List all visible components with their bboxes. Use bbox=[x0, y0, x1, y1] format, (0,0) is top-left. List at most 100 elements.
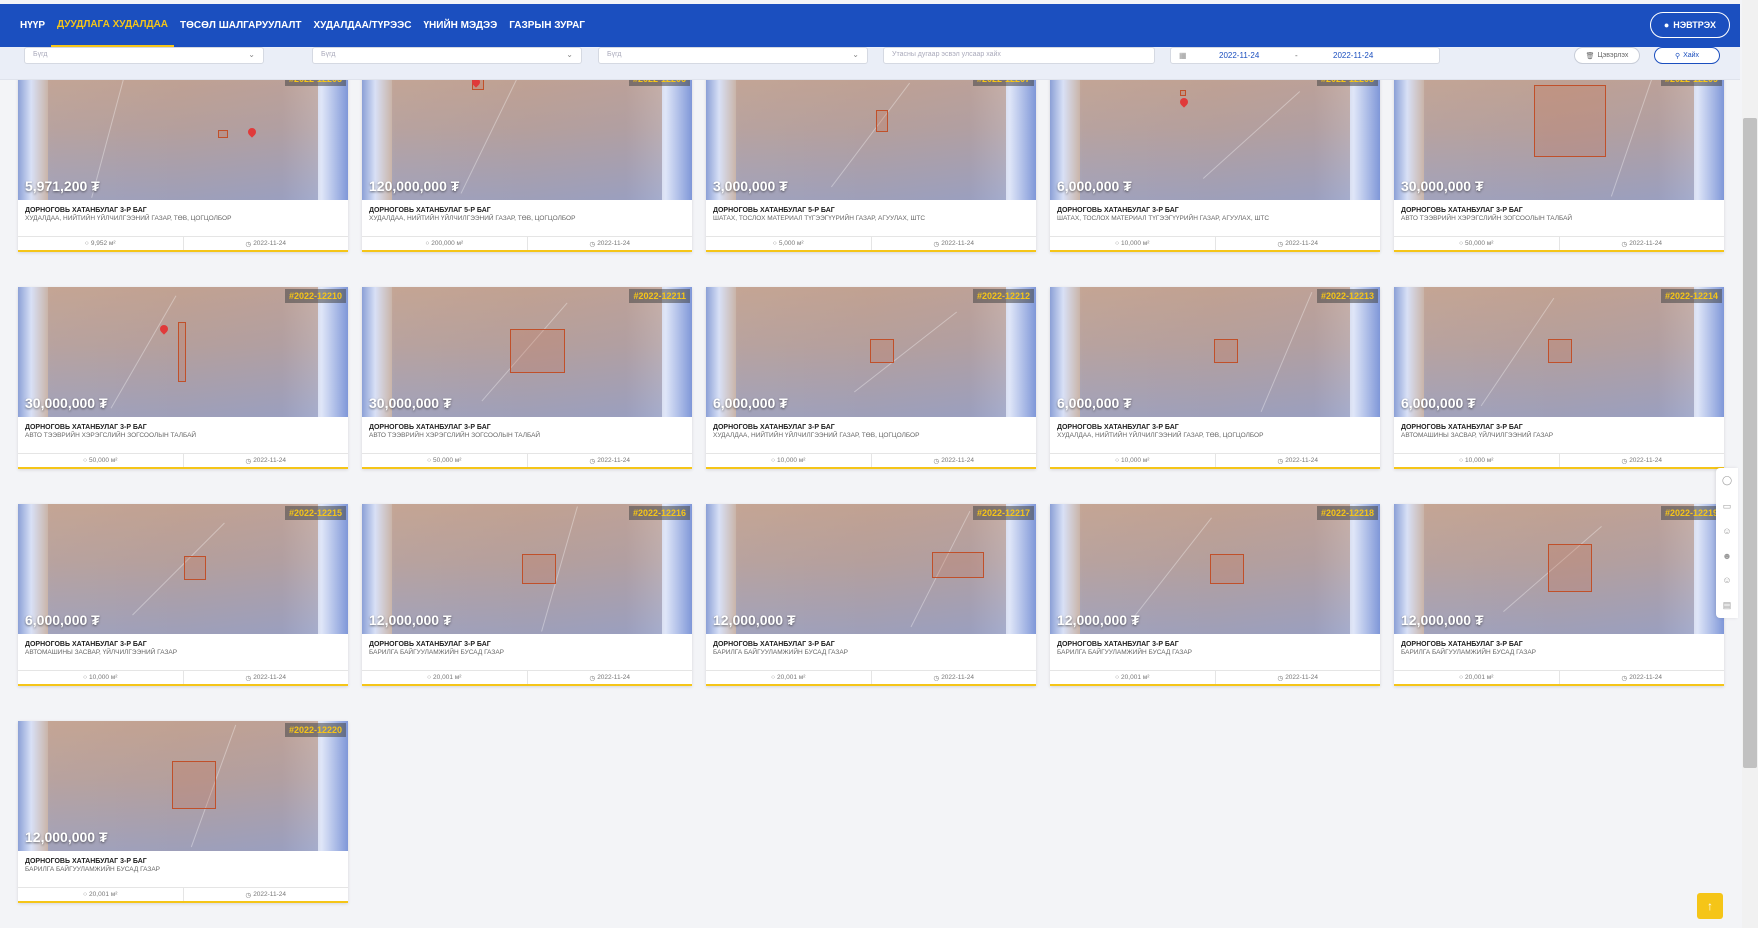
scrollbar-thumb[interactable] bbox=[1743, 118, 1757, 768]
listing-area-value: 10,000 м² bbox=[1121, 240, 1150, 247]
listing-image[interactable]: #2022-12220 12,000,000 ₮ bbox=[18, 721, 348, 851]
listing-card[interactable]: #2022-12207 3,000,000 ₮ ДОРНОГОВЬ ХАТАНБУЛ… bbox=[706, 80, 1036, 252]
filter-select-1[interactable]: Бүгд ⌄ bbox=[24, 47, 264, 64]
filter-select-3[interactable]: Бүгд ⌄ bbox=[598, 47, 868, 64]
listing-image[interactable]: #2022-12209 30,000,000 ₮ bbox=[1394, 80, 1724, 200]
listing-image[interactable]: #2022-12214 6,000,000 ₮ bbox=[1394, 287, 1724, 417]
listing-image[interactable]: #2022-12216 12,000,000 ₮ bbox=[362, 504, 692, 634]
listing-price: 12,000,000 ₮ bbox=[1057, 612, 1140, 628]
listing-image[interactable]: #2022-12217 12,000,000 ₮ bbox=[706, 504, 1036, 634]
listing-card[interactable]: #2022-12216 12,000,000 ₮ ДОРНОГОВЬ ХАТАНБУ… bbox=[362, 504, 692, 686]
listing-area: ○ 200,000 м² bbox=[362, 237, 528, 250]
listing-image[interactable]: #2022-12218 12,000,000 ₮ bbox=[1050, 504, 1380, 634]
listing-footer: ○ 20,001 м² ◷ 2022-11-24 bbox=[1050, 670, 1380, 684]
listing-card[interactable]: #2022-12214 6,000,000 ₮ ДОРНОГОВЬ ХАТАНБУЛ… bbox=[1394, 287, 1724, 469]
filter-bar: Бүгд ⌄ Бүгд ⌄ Бүгд ⌄ Утасны дугаар эсвэл ул… bbox=[0, 47, 1740, 80]
location-pin-icon: ○ bbox=[425, 240, 430, 247]
nav-item-3[interactable]: ХУДАЛДАА/ТҮРЭЭС bbox=[307, 4, 417, 47]
listing-footer: ○ 10,000 м² ◷ 2022-11-24 bbox=[1050, 453, 1380, 467]
login-button[interactable]: ● НЭВТРЭХ bbox=[1649, 12, 1730, 38]
person-icon[interactable]: ☻ bbox=[1722, 551, 1731, 561]
listing-card[interactable]: #2022-12215 6,000,000 ₮ ДОРНОГОВЬ ХАТАНБУЛ… bbox=[18, 504, 348, 686]
search-button[interactable]: ⚲ Хайх bbox=[1654, 47, 1720, 64]
listing-area: ○ 20,001 м² bbox=[1050, 671, 1216, 684]
listing-land-use: ХУДАЛДАА, НИЙТИЙН ҮЙЛЧИЛГЭЭНИЙ ГАЗАР, ТӨ… bbox=[369, 215, 576, 222]
listing-land-use: АВТОМАШИНЫ ЗАСВАР, ҮЙЛЧИЛГЭЭНИЙ ГАЗАР bbox=[1401, 432, 1554, 439]
trash-icon: 🗑 bbox=[1585, 52, 1595, 60]
listing-date: ◷ 2022-11-24 bbox=[1560, 671, 1725, 684]
nav-item-2[interactable]: ТӨСӨЛ ШАЛГАРУУЛАЛТ bbox=[174, 4, 307, 47]
date-from[interactable]: 2022-11-24 bbox=[1219, 51, 1259, 60]
scroll-to-top-button[interactable]: ↑ bbox=[1697, 893, 1723, 919]
listing-area: ○ 20,001 м² bbox=[362, 671, 528, 684]
user-group-icon[interactable]: ☺ bbox=[1722, 526, 1731, 536]
clock-icon: ◷ bbox=[1277, 240, 1284, 248]
listing-land-use: ХУДАЛДАА, НИЙТИЙН ҮЙЛЧИЛГЭЭНИЙ ГАЗАР, ТӨ… bbox=[1057, 432, 1264, 439]
filter-select-2[interactable]: Бүгд ⌄ bbox=[312, 47, 582, 64]
listing-card[interactable]: #2022-12209 30,000,000 ₮ ДОРНОГОВЬ ХАТАНБУ… bbox=[1394, 80, 1724, 252]
listing-price: 5,971,200 ₮ bbox=[25, 178, 100, 194]
location-pin-icon: ○ bbox=[427, 674, 432, 681]
listing-card[interactable]: #2022-12213 6,000,000 ₮ ДОРНОГОВЬ ХАТАНБУЛ… bbox=[1050, 287, 1380, 469]
location-pin-icon: ○ bbox=[1115, 674, 1120, 681]
nav-item-0[interactable]: НҮҮР bbox=[14, 4, 51, 47]
listing-date-value: 2022-11-24 bbox=[1285, 240, 1318, 247]
listing-image[interactable]: #2022-12206 120,000,000 ₮ bbox=[362, 80, 692, 200]
listing-land-use: БАРИЛГА БАЙГУУЛАМЖИЙН БУСАД ГАЗАР bbox=[25, 866, 161, 873]
nav-item-1[interactable]: ДУУДЛАГА ХУДАЛДАА bbox=[51, 4, 175, 47]
listing-footer: ○ 9,952 м² ◷ 2022-11-24 bbox=[18, 236, 348, 250]
listing-location: ДОРНОГОВЬ ХАТАНБУЛАГ 3-Р БАГ bbox=[25, 641, 147, 648]
listing-image[interactable]: #2022-12212 6,000,000 ₮ bbox=[706, 287, 1036, 417]
listing-id-badge: #2022-12208 bbox=[1316, 80, 1378, 86]
listing-area: ○ 50,000 м² bbox=[362, 454, 528, 467]
listing-grid: #2022-12205 5,971,200 ₮ ДОРНОГОВЬ ХАТАНБУЛ… bbox=[0, 80, 1740, 928]
listing-image[interactable]: #2022-12213 6,000,000 ₮ bbox=[1050, 287, 1380, 417]
listing-id-badge: #2022-12219 bbox=[1660, 506, 1722, 520]
listing-image[interactable]: #2022-12219 12,000,000 ₮ bbox=[1394, 504, 1724, 634]
listing-price: 6,000,000 ₮ bbox=[713, 395, 788, 411]
nav-item-5[interactable]: ГАЗРЫН ЗУРАГ bbox=[503, 4, 591, 47]
globe-icon[interactable]: ◯ bbox=[1722, 475, 1732, 486]
listing-date: ◷ 2022-11-24 bbox=[184, 454, 349, 467]
listing-card[interactable]: #2022-12219 12,000,000 ₮ ДОРНОГОВЬ ХАТАНБУ… bbox=[1394, 504, 1724, 686]
location-pin-icon: ○ bbox=[772, 240, 777, 247]
listing-card[interactable]: #2022-12210 30,000,000 ₮ ДОРНОГОВЬ ХАТАНБУ… bbox=[18, 287, 348, 469]
document-icon[interactable]: ▭ bbox=[1723, 501, 1732, 512]
listing-card[interactable]: #2022-12217 12,000,000 ₮ ДОРНОГОВЬ ХАТАНБУ… bbox=[706, 504, 1036, 686]
listing-image[interactable]: #2022-12211 30,000,000 ₮ bbox=[362, 287, 692, 417]
listing-card[interactable]: #2022-12211 30,000,000 ₮ ДОРНОГОВЬ ХАТАНБУ… bbox=[362, 287, 692, 469]
listing-date: ◷ 2022-11-24 bbox=[528, 671, 693, 684]
listing-image[interactable]: #2022-12208 6,000,000 ₮ bbox=[1050, 80, 1380, 200]
search-input[interactable]: Утасны дугаар эсвэл улсаар хайх bbox=[883, 47, 1155, 64]
listing-image[interactable]: #2022-12215 6,000,000 ₮ bbox=[18, 504, 348, 634]
location-pin-icon: ○ bbox=[771, 674, 776, 681]
listing-date: ◷ 2022-11-24 bbox=[1560, 237, 1725, 250]
listing-card[interactable]: #2022-12208 6,000,000 ₮ ДОРНОГОВЬ ХАТАНБУЛ… bbox=[1050, 80, 1380, 252]
listing-image[interactable]: #2022-12205 5,971,200 ₮ bbox=[18, 80, 348, 200]
date-range-picker[interactable]: ▦ 2022-11-24 - 2022-11-24 bbox=[1170, 47, 1440, 64]
listing-area: ○ 9,952 м² bbox=[18, 237, 184, 250]
listing-footer: ○ 5,000 м² ◷ 2022-11-24 bbox=[706, 236, 1036, 250]
listing-card[interactable]: #2022-12205 5,971,200 ₮ ДОРНОГОВЬ ХАТАНБУЛ… bbox=[18, 80, 348, 252]
listing-area: ○ 20,001 м² bbox=[1394, 671, 1560, 684]
nav-item-4[interactable]: ҮНИЙН МЭДЭЭ bbox=[417, 4, 503, 47]
listing-date: ◷ 2022-11-24 bbox=[528, 237, 693, 250]
listing-card[interactable]: #2022-12218 12,000,000 ₮ ДОРНОГОВЬ ХАТАНБУ… bbox=[1050, 504, 1380, 686]
login-label: НЭВТРЭХ bbox=[1673, 20, 1716, 30]
listing-id-badge: #2022-12209 bbox=[1660, 80, 1722, 86]
listing-image[interactable]: #2022-12210 30,000,000 ₮ bbox=[18, 287, 348, 417]
date-to[interactable]: 2022-11-24 bbox=[1333, 51, 1373, 60]
listing-location: ДОРНОГОВЬ ХАТАНБУЛАГ 3-Р БАГ bbox=[25, 207, 147, 214]
listing-date: ◷ 2022-11-24 bbox=[872, 671, 1037, 684]
listing-card[interactable]: #2022-12212 6,000,000 ₮ ДОРНОГОВЬ ХАТАНБУЛ… bbox=[706, 287, 1036, 469]
list-icon[interactable]: ▤ bbox=[1723, 600, 1732, 611]
listing-card[interactable]: #2022-12220 12,000,000 ₮ ДОРНОГОВЬ ХАТАНБУ… bbox=[18, 721, 348, 903]
listing-card[interactable]: #2022-12206 120,000,000 ₮ ДОРНОГОВЬ ХАТАНБ… bbox=[362, 80, 692, 252]
clear-button[interactable]: 🗑 Цэвэрлэх bbox=[1574, 47, 1640, 64]
user-icon: ● bbox=[1663, 20, 1670, 30]
listing-footer: ○ 200,000 м² ◷ 2022-11-24 bbox=[362, 236, 692, 250]
listing-image[interactable]: #2022-12207 3,000,000 ₮ bbox=[706, 80, 1036, 200]
support-icon[interactable]: ☺ bbox=[1722, 575, 1731, 585]
listing-date-value: 2022-11-24 bbox=[941, 240, 974, 247]
listing-price: 12,000,000 ₮ bbox=[1401, 612, 1484, 628]
